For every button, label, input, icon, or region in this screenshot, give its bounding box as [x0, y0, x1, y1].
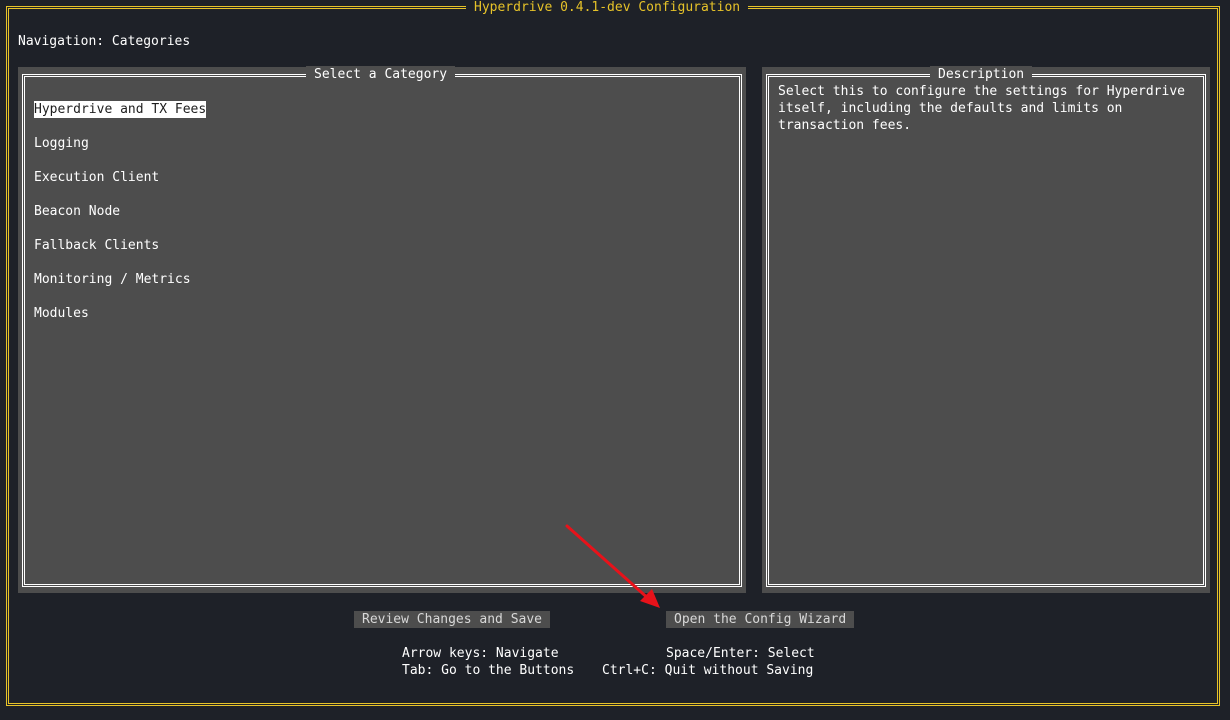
category-item-beacon-node[interactable]: Beacon Node — [34, 203, 120, 220]
description-text: Select this to configure the settings fo… — [778, 84, 1193, 133]
category-item-monitoring-metrics[interactable]: Monitoring / Metrics — [34, 271, 191, 288]
window-title: Hyperdrive 0.4.1-dev Configuration — [466, 0, 749, 16]
help-space-enter: Space/Enter: Select — [666, 646, 815, 661]
categories-panel-border — [22, 74, 742, 587]
category-item-modules[interactable]: Modules — [34, 305, 89, 322]
description-panel-border — [766, 74, 1206, 587]
category-item-execution-client[interactable]: Execution Client — [34, 169, 159, 186]
help-tab: Tab: Go to the Buttons — [402, 663, 575, 678]
category-item-fallback-clients[interactable]: Fallback Clients — [34, 237, 159, 254]
help-arrow-keys: Arrow keys: Navigate — [402, 646, 559, 661]
description-panel: Description Select this to configure the… — [762, 66, 1210, 593]
review-changes-button[interactable]: Review Changes and Save — [354, 611, 551, 628]
category-item-hyperdrive[interactable]: Hyperdrive and TX Fees — [34, 101, 207, 118]
navigation-label: Navigation: Categories — [18, 34, 191, 49]
description-panel-title: Description — [930, 66, 1033, 83]
categories-panel-title: Select a Category — [306, 66, 456, 83]
categories-panel: Select a Category Hyperdrive and TX Fees… — [18, 66, 746, 593]
category-item-logging[interactable]: Logging — [34, 135, 89, 152]
help-ctrl-c: Ctrl+C: Quit without Saving — [602, 663, 814, 678]
open-config-wizard-button[interactable]: Open the Config Wizard — [666, 611, 855, 628]
